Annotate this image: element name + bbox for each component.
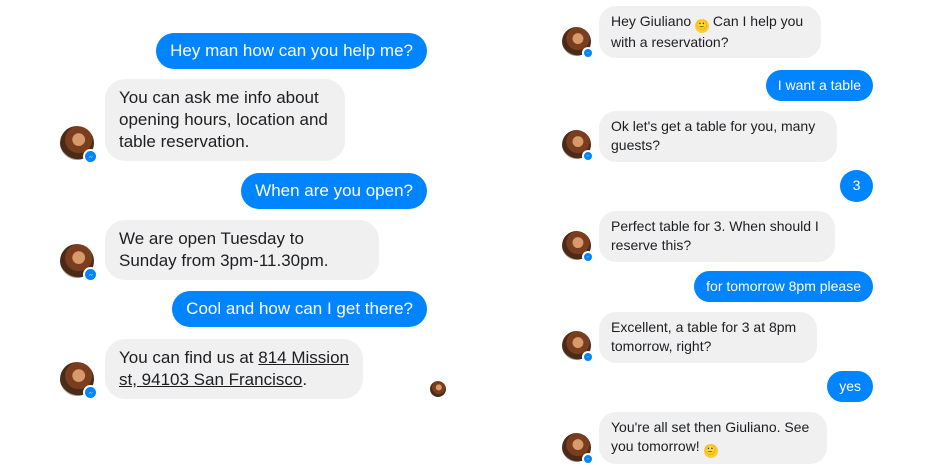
smile-emoji-icon: 🙂 [703,444,718,459]
bot-avatar[interactable] [562,231,594,263]
message-outgoing: for tomorrow 8pm please [694,271,873,303]
message-outgoing: 3 [840,170,873,202]
message-text: Hey Giuliano [611,13,692,29]
smile-emoji-icon: 🙂 [695,19,710,33]
message-outgoing: yes [827,371,873,403]
bot-avatar-icon [60,362,98,400]
bot-avatar-icon [562,27,594,59]
message-incoming: You can find us at 814 Mission st, 94103… [105,339,363,400]
messenger-badge-icon [582,251,594,263]
bot-avatar-icon [60,126,98,164]
message-incoming: Excellent, a table for 3 at 8pm tomorrow… [599,312,817,363]
bot-avatar-icon [562,130,594,162]
message-incoming: We are open Tuesday to Sunday from 3pm-1… [105,220,379,281]
bot-avatar-icon [562,231,594,263]
bot-avatar[interactable] [562,433,594,465]
message-incoming: Ok let's get a table for you, many guest… [599,111,837,162]
bot-avatar-icon [562,331,594,363]
bot-avatar[interactable] [562,27,594,59]
message-outgoing: When are you open? [241,173,427,210]
bot-avatar[interactable] [562,130,594,162]
message-outgoing: I want a table [765,70,873,102]
messenger-badge-icon [83,385,98,400]
messenger-badge-icon [582,150,594,162]
messenger-badge-icon [582,47,594,59]
message-text: . [302,370,308,390]
messenger-badge-icon [582,453,594,465]
message-incoming: Hey Giuliano 🙂 Can I help you with a res… [599,6,821,59]
messenger-badge-icon [83,149,98,164]
message-outgoing: Cool and how can I get there? [172,291,427,328]
message-incoming: You're all set then Giuliano. See you to… [599,412,827,465]
message-outgoing: Hey man how can you help me? [156,33,427,70]
bot-avatar[interactable] [60,126,98,164]
seen-avatar-icon [430,381,446,397]
messenger-badge-icon [83,267,98,282]
bot-avatar-icon [60,244,98,282]
message-text: You can find us at [119,348,259,367]
bot-avatar[interactable] [562,331,594,363]
bot-avatar[interactable] [60,244,98,282]
message-incoming: Perfect table for 3. When should I reser… [599,211,835,262]
bot-avatar-icon [562,433,594,465]
bot-avatar[interactable] [60,362,98,400]
messenger-badge-icon [582,351,594,363]
message-incoming: You can ask me info about opening hours,… [105,79,345,162]
